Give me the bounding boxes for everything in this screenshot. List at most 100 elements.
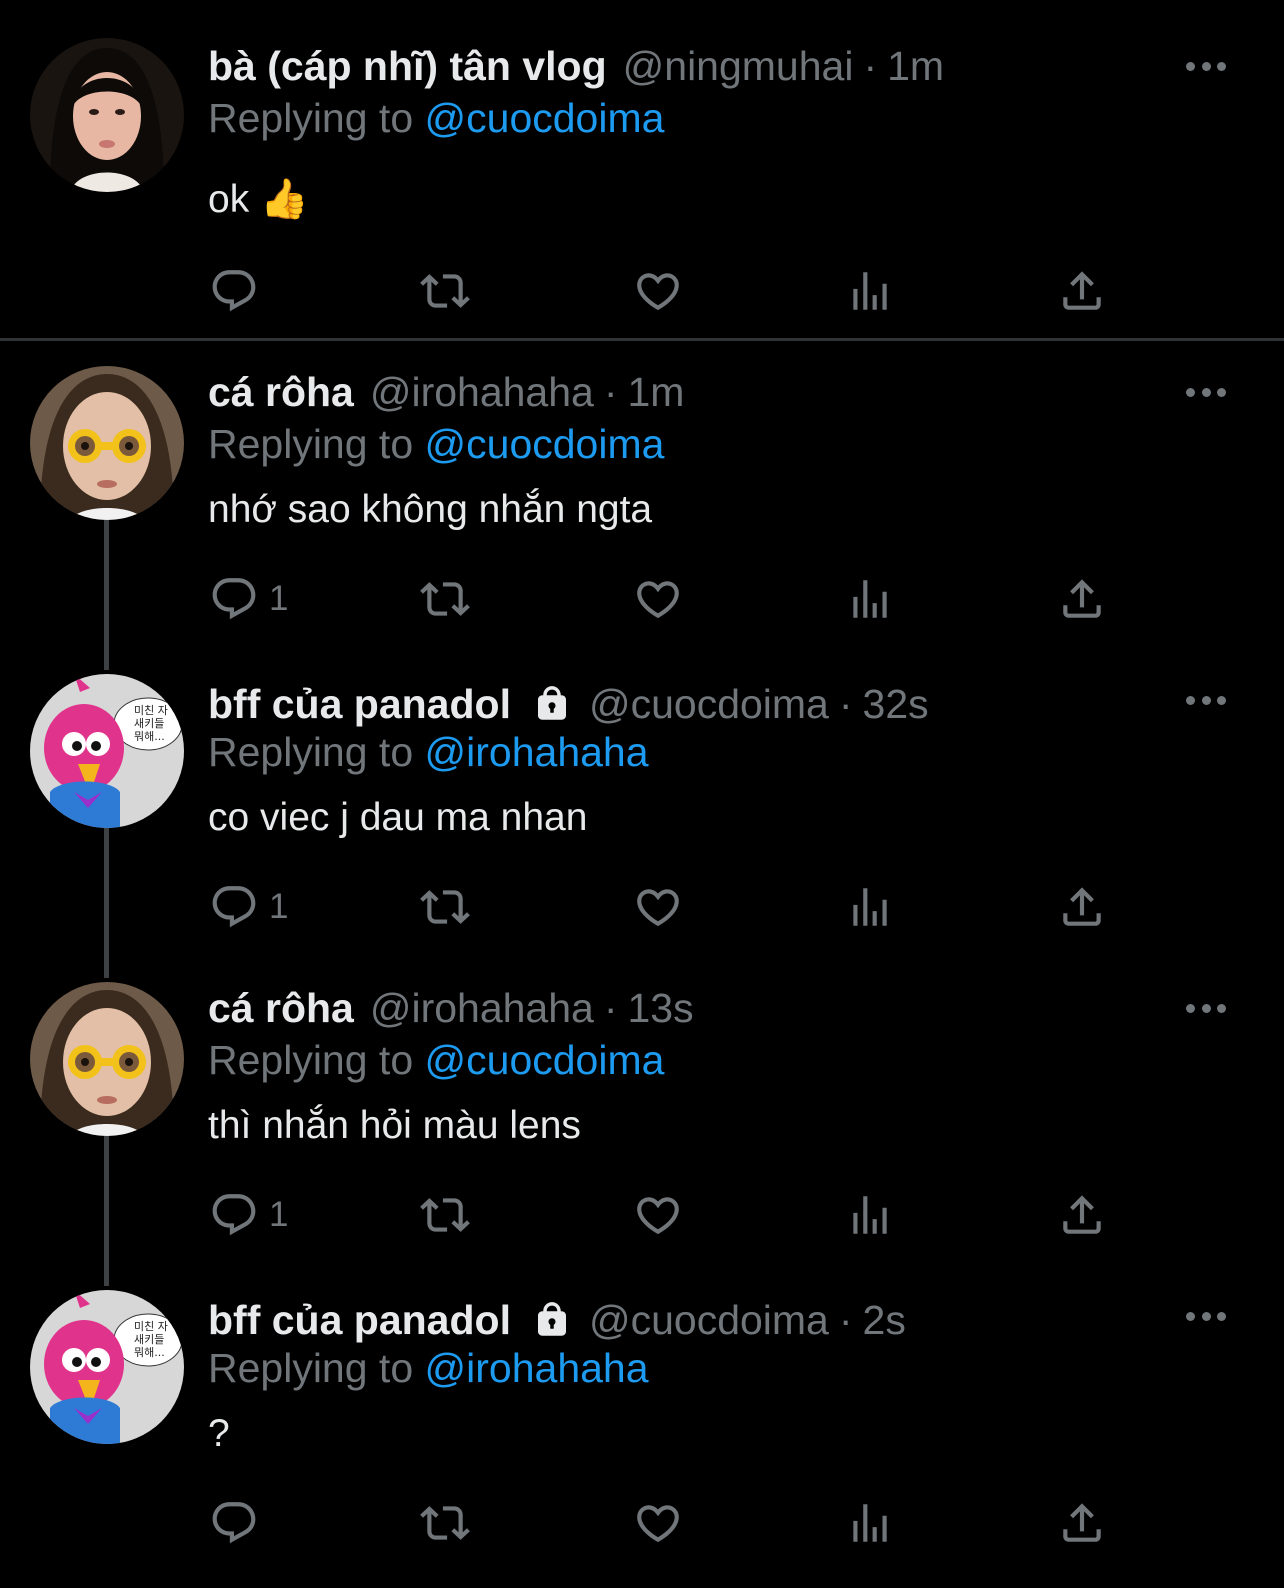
username[interactable]: @cuocdoima [589, 1295, 829, 1345]
mention-link[interactable]: @cuocdoima [425, 1037, 665, 1083]
avatar[interactable]: 미친 자 새키들 뭐해... [30, 674, 184, 828]
timestamp[interactable]: 32s [863, 679, 929, 729]
reply-icon [212, 270, 256, 312]
avatar-image: 미친 자 새키들 뭐해... [30, 674, 184, 828]
like-button[interactable] [633, 1187, 683, 1243]
views-button[interactable] [845, 1495, 895, 1551]
share-button[interactable] [1057, 1187, 1107, 1243]
avatar[interactable] [30, 982, 184, 1136]
action-bar: 1 [0, 571, 1284, 627]
share-icon [1063, 887, 1101, 926]
tweet-text: ok 👍 [208, 178, 309, 221]
tweet[interactable]: cá rôha @irohahaha · 13s Replying to @cu… [0, 957, 1284, 1265]
avatar-image [30, 982, 184, 1136]
lock-icon [537, 1302, 566, 1336]
reply-button[interactable]: 1 [209, 571, 288, 627]
more-icon[interactable] [1186, 385, 1226, 399]
tweet-header: bff của panadol @cuocdoima · 2s [208, 1295, 906, 1345]
mention-link[interactable]: @irohahaha [425, 729, 649, 775]
retweet-button[interactable] [420, 879, 470, 935]
tweet[interactable]: 미친 자 새키들 뭐해... bff của panadol @cuocdoim… [0, 649, 1284, 957]
tweet-header: cá rôha @irohahaha · 13s [208, 983, 694, 1033]
more-icon[interactable] [1186, 59, 1226, 73]
share-button[interactable] [1057, 263, 1107, 319]
avatar-bubble-text: 뭐해... [134, 729, 165, 743]
like-button[interactable] [633, 571, 683, 627]
share-button[interactable] [1057, 571, 1107, 627]
reply-count: 1 [269, 1195, 289, 1234]
display-name[interactable]: bff của panadol [208, 1295, 511, 1345]
avatar[interactable]: 미친 자 새키들 뭐해... [30, 1290, 184, 1444]
views-icon [853, 1504, 887, 1542]
retweet-icon [420, 890, 470, 924]
like-icon [637, 1505, 679, 1543]
separator-dot: · [838, 1297, 853, 1343]
replying-to: Replying to @cuocdoima [208, 1035, 664, 1085]
retweet-button[interactable] [420, 1187, 470, 1243]
timestamp[interactable]: 1m [887, 41, 944, 91]
views-icon [853, 1196, 887, 1234]
retweet-icon [420, 1506, 470, 1540]
reply-button[interactable]: 1 [209, 1187, 288, 1243]
username[interactable]: @irohahaha [370, 367, 594, 417]
username[interactable]: @irohahaha [370, 983, 594, 1033]
display-name[interactable]: cá rôha [208, 983, 354, 1033]
mention-link[interactable]: @cuocdoima [425, 421, 665, 467]
separator-dot: · [838, 681, 853, 727]
tweet-text: thì nhắn hỏi màu lens [208, 1104, 581, 1147]
avatar[interactable] [30, 38, 184, 192]
retweet-icon [420, 1198, 470, 1232]
more-icon[interactable] [1186, 693, 1226, 707]
tweet-header: cá rôha @irohahaha · 1m [208, 367, 684, 417]
replying-to-label: Replying to [208, 95, 414, 141]
replying-to-label: Replying to [208, 1345, 414, 1391]
mention-link[interactable]: @cuocdoima [425, 95, 665, 141]
reply-icon [212, 886, 256, 928]
views-button[interactable] [845, 263, 895, 319]
views-icon [853, 580, 887, 618]
avatar-bubble-text: 미친 자 [134, 1320, 168, 1333]
like-button[interactable] [633, 263, 683, 319]
timestamp[interactable]: 13s [628, 983, 694, 1033]
views-icon [853, 888, 887, 926]
replying-to: Replying to @irohahaha [208, 727, 649, 777]
retweet-button[interactable] [420, 1495, 470, 1551]
tweet[interactable]: 미친 자 새키들 뭐해... bff của panadol @cuocdoim… [0, 1265, 1284, 1588]
share-icon [1063, 271, 1101, 310]
separator-dot: · [603, 985, 618, 1031]
reply-count: 1 [269, 579, 289, 618]
avatar-bubble-text: 새키들 [134, 717, 164, 730]
reply-button[interactable] [209, 263, 269, 319]
action-bar [0, 1495, 1284, 1551]
avatar[interactable] [30, 366, 184, 520]
tweet[interactable]: cá rôha @irohahaha · 1m Replying to @cuo… [0, 341, 1284, 649]
replying-to: Replying to @irohahaha [208, 1343, 649, 1393]
separator-dot: · [603, 369, 618, 415]
username[interactable]: @ningmuhai [623, 41, 854, 91]
display-name[interactable]: cá rôha [208, 367, 354, 417]
timestamp[interactable]: 2s [863, 1295, 906, 1345]
username[interactable]: @cuocdoima [589, 679, 829, 729]
tweet-header: bff của panadol @cuocdoima · 32s [208, 679, 929, 729]
share-button[interactable] [1057, 879, 1107, 935]
retweet-button[interactable] [420, 263, 470, 319]
replying-to-label: Replying to [208, 1037, 414, 1083]
display-name[interactable]: bff của panadol [208, 679, 511, 729]
reply-button[interactable] [209, 1495, 269, 1551]
mention-link[interactable]: @irohahaha [425, 1345, 649, 1391]
reply-icon [212, 578, 256, 620]
timestamp[interactable]: 1m [628, 367, 685, 417]
views-button[interactable] [845, 571, 895, 627]
share-button[interactable] [1057, 1495, 1107, 1551]
like-button[interactable] [633, 1495, 683, 1551]
more-icon[interactable] [1186, 1001, 1226, 1015]
views-button[interactable] [845, 1187, 895, 1243]
more-icon[interactable] [1186, 1309, 1226, 1323]
views-button[interactable] [845, 879, 895, 935]
display-name[interactable]: bà (cáp nhĩ) tân vlog [208, 41, 607, 91]
retweet-button[interactable] [420, 571, 470, 627]
like-button[interactable] [633, 879, 683, 935]
tweet-text: ? [208, 1412, 230, 1455]
tweet[interactable]: bà (cáp nhĩ) tân vlog @ningmuhai · 1m Re… [0, 0, 1284, 338]
reply-button[interactable]: 1 [209, 879, 288, 935]
